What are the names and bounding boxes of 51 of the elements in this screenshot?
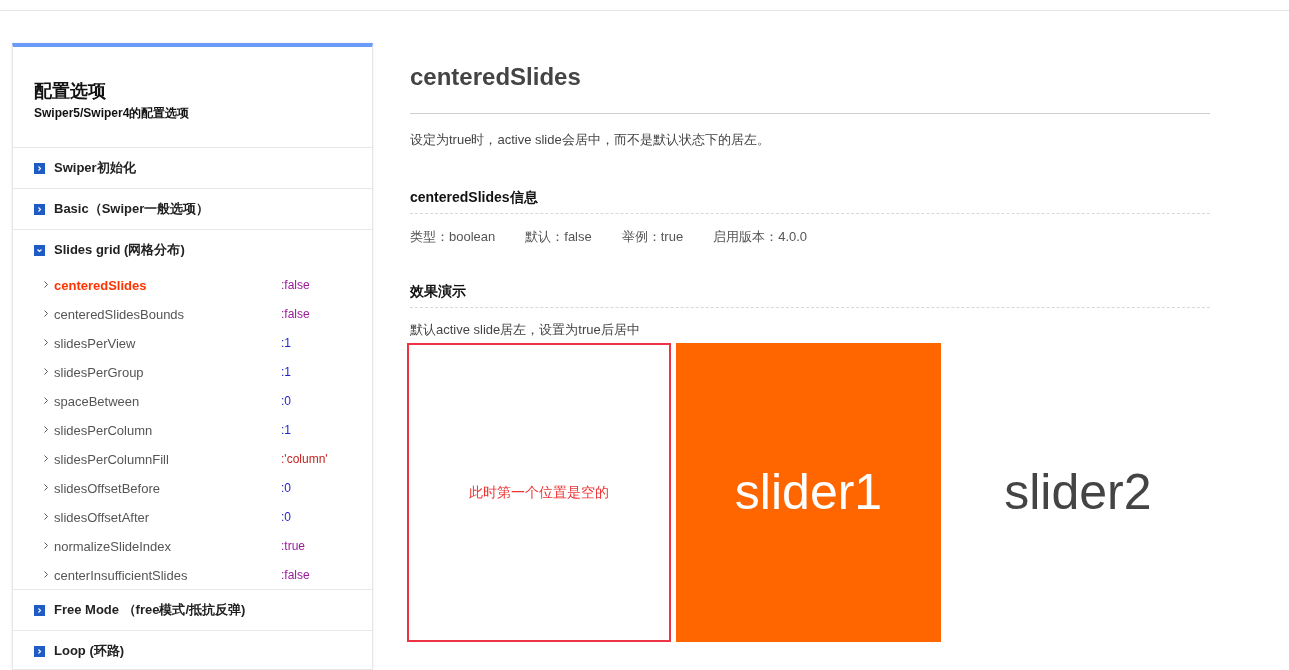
option-link[interactable]: normalizeSlideIndex [54, 538, 172, 554]
option-value: :false [281, 276, 310, 294]
option-link[interactable]: centeredSlidesBounds [54, 306, 185, 322]
sidebar-group[interactable]: Slides grid (网格分布) [13, 230, 372, 270]
option-value: :false [281, 305, 310, 323]
option-link[interactable]: centerInsufficientSlides [54, 567, 188, 583]
option-value: :0 [281, 479, 291, 497]
option-value: :1 [281, 363, 291, 381]
option-link[interactable]: slidesOffsetAfter [54, 509, 150, 525]
chevron-right-icon [44, 339, 48, 346]
option-value: :'column' [281, 450, 328, 468]
option-link[interactable]: centeredSlides [54, 277, 147, 293]
chevron-right-icon [44, 397, 48, 404]
option-link[interactable]: slidesOffsetBefore [54, 480, 160, 496]
sidebar-group[interactable]: Free Mode （free模式/抵抗反弹) [13, 590, 372, 630]
option-link[interactable]: slidesPerGroup [54, 364, 144, 380]
sidebar-group[interactable]: Basic（Swiper一般选项） [13, 189, 372, 229]
option-link[interactable]: spaceBetween [54, 393, 140, 409]
option-link[interactable]: slidesPerColumnFill [54, 451, 169, 467]
option-value: :1 [281, 334, 291, 352]
option-value: :true [281, 537, 305, 555]
chevron-right-icon [44, 542, 48, 549]
sidebar-group[interactable]: Loop (环路) [13, 631, 372, 669]
info-text: 类型：boolean [410, 228, 496, 246]
empty-slide: 此时第一个位置是空的 [407, 343, 672, 642]
chevron-right-icon [44, 281, 48, 288]
option-value: :0 [281, 392, 291, 410]
info-text: 举例：true [621, 228, 684, 246]
option-link[interactable]: slidesPerView [54, 335, 136, 351]
chevron-right-icon [44, 571, 48, 578]
slide: slider1 [676, 343, 941, 642]
demo-caption: 默认active slide居左，设置为true后居中 [410, 321, 641, 339]
option-value: :false [281, 566, 310, 584]
description-text: 设定为true时，active slide会居中，而不是默认状态下的居左。 [410, 131, 771, 149]
option-link[interactable]: slidesPerColumn [54, 422, 153, 438]
info-text: 启用版本：4.0.0 [713, 228, 808, 246]
chevron-right-icon [44, 310, 48, 317]
chevron-right-icon [44, 368, 48, 375]
section-heading: centeredSlides信息 [410, 188, 539, 207]
page-title: centeredSlides [410, 62, 582, 92]
sidebar-title: 配置选项 [34, 80, 107, 103]
chevron-right-icon [44, 455, 48, 462]
info-text: 默认：false [525, 228, 592, 246]
section-heading: 效果演示 [410, 282, 467, 301]
option-value: :1 [281, 421, 291, 439]
chevron-right-icon [44, 426, 48, 433]
sidebar-group[interactable]: Swiper初始化 [13, 148, 372, 188]
chevron-right-icon [44, 513, 48, 520]
chevron-right-icon [44, 484, 48, 491]
option-value: :0 [281, 508, 291, 526]
sidebar-subtitle: Swiper5/Swiper4的配置选项 [34, 105, 191, 121]
